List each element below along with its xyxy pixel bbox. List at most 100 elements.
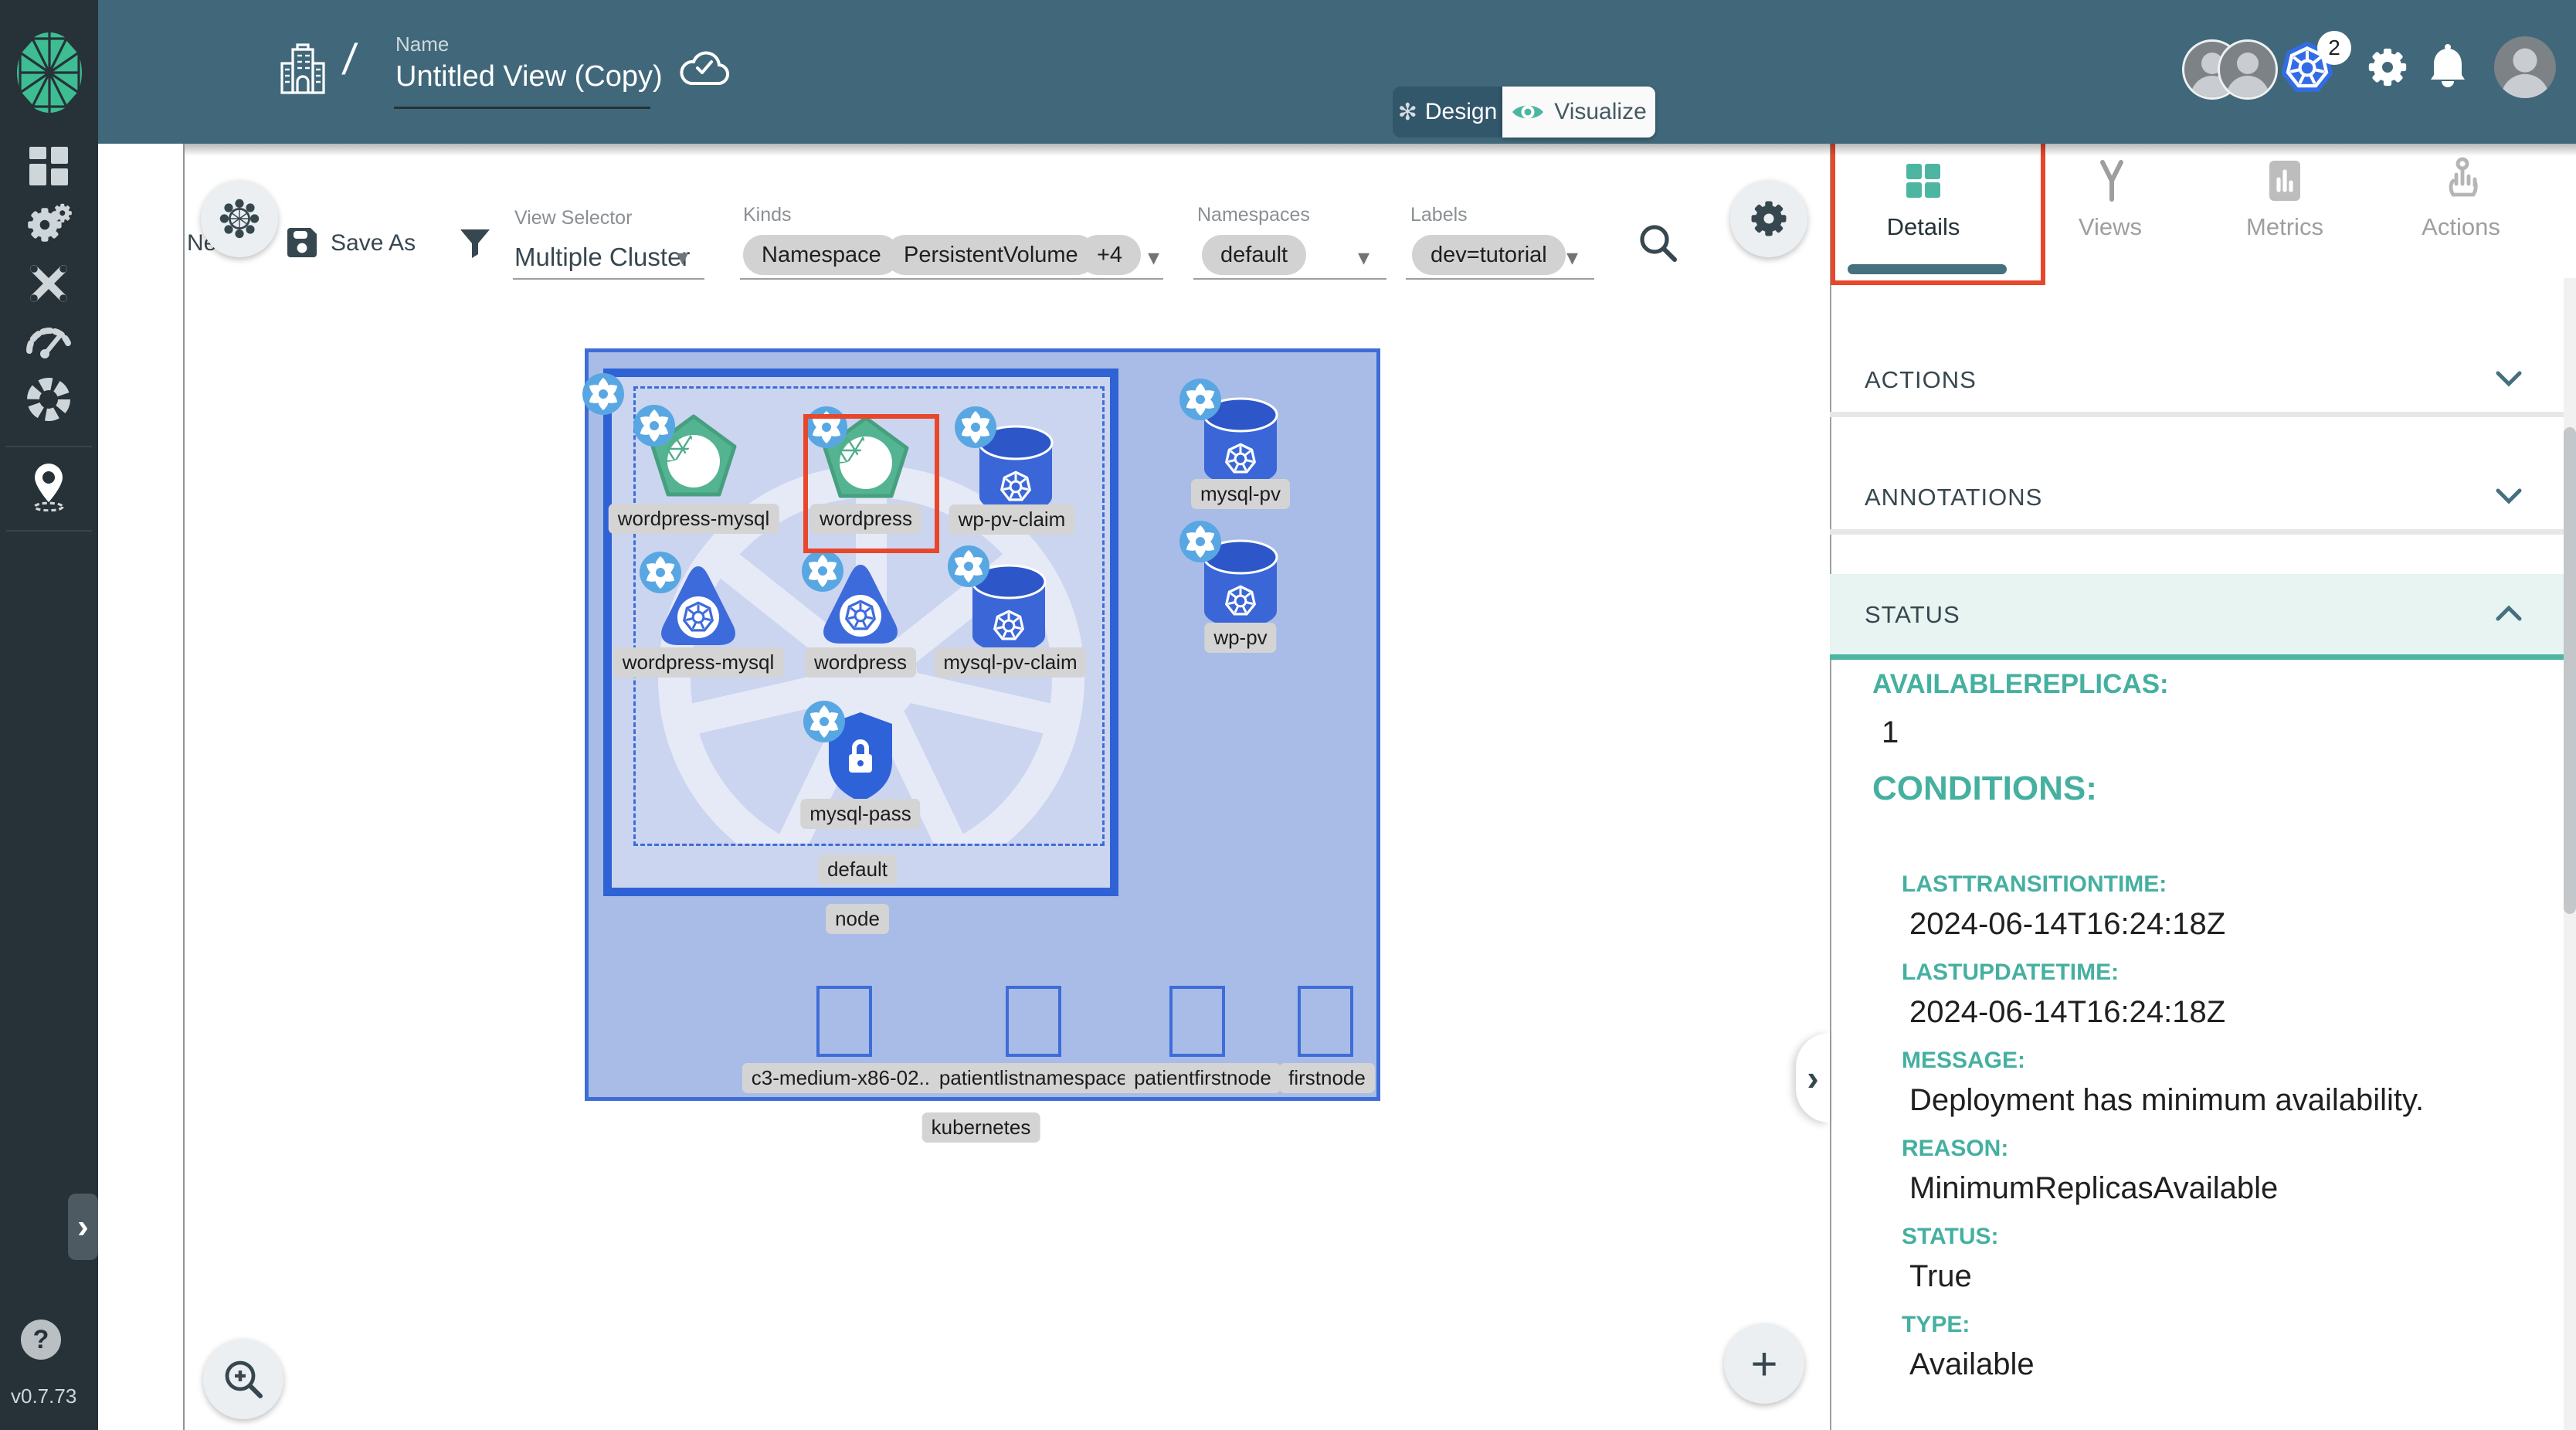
condition-key-message: MESSAGE: (1902, 1048, 2025, 1074)
sidebar-item-extensions[interactable] (25, 375, 73, 423)
node-label-mysql-pv-claim[interactable]: mysql-pv-claim (934, 647, 1086, 678)
settings-gear-icon[interactable] (2366, 46, 2409, 89)
meshery-badge-icon (1176, 518, 1224, 566)
user-avatar[interactable] (2494, 36, 2556, 98)
chevron-up-icon[interactable] (2493, 604, 2524, 623)
sidebar-item-location[interactable] (26, 460, 71, 511)
chevron-down-icon[interactable] (2493, 369, 2524, 388)
namespaces-chip-default[interactable]: default (1202, 235, 1306, 275)
labels-label: Labels (1410, 204, 1468, 226)
main-sidebar: › ? v0.7.73 (0, 0, 98, 1430)
collaborator-avatar-2[interactable] (2218, 39, 2278, 100)
labels-caret-icon[interactable]: ▾ (1566, 244, 1578, 271)
organization-icon[interactable] (277, 43, 328, 97)
meshery-badge-icon (630, 402, 678, 450)
machine-label-patientfirstnode[interactable]: patientfirstnode (1125, 1063, 1281, 1093)
person-silhouette-icon (2220, 42, 2276, 97)
dock-rail (98, 144, 185, 1430)
condition-value-message: Deployment has minimum availability. (1909, 1083, 2424, 1118)
cluster-label[interactable]: kubernetes (922, 1112, 1040, 1143)
machine-box-patientfirstnode[interactable] (1169, 986, 1225, 1057)
section-actions[interactable]: ACTIONS (1865, 366, 1977, 394)
shapes-fab-button[interactable] (201, 180, 278, 257)
tab-metrics[interactable]: Metrics (2246, 213, 2323, 241)
sidebar-item-dashboard[interactable] (26, 144, 71, 189)
plus-icon: + (1750, 1337, 1777, 1391)
visualize-mode-tab[interactable]: Visualize (1502, 87, 1655, 138)
section-divider (1830, 529, 2564, 535)
view-name-input[interactable]: Untitled View (Copy) (395, 60, 663, 93)
tab-views[interactable]: Views (2079, 213, 2142, 241)
section-status[interactable]: STATUS (1865, 601, 1960, 629)
panel-collapse-button[interactable]: › (1796, 1033, 1830, 1123)
condition-key-lastupdatetime: LASTUPDATETIME: (1902, 960, 2119, 986)
sidebar-item-performance[interactable] (23, 317, 74, 360)
node-label-dep-wordpress-mysql[interactable]: wordpress-mysql (613, 647, 784, 678)
labels-underline (1406, 278, 1594, 280)
kanvas-app: / Name Untitled View (Copy) ✻ Design Vis… (0, 0, 2576, 1430)
meshery-badge-icon (636, 549, 684, 596)
save-as-button[interactable]: Save As (331, 230, 416, 256)
sidebar-expand-button[interactable]: › (68, 1194, 98, 1260)
filter-funnel-icon[interactable] (457, 225, 493, 260)
condition-key-reason: REASON: (1902, 1136, 2008, 1162)
condition-value-lasttransitiontime: 2024-06-14T16:24:18Z (1909, 907, 2225, 942)
tab-actions[interactable]: Actions (2422, 213, 2500, 241)
sidebar-item-lifecycle[interactable] (23, 199, 74, 250)
kinds-chip-namespace[interactable]: Namespace (743, 235, 900, 275)
visualize-tab-label: Visualize (1554, 99, 1647, 125)
condition-key-status: STATUS: (1902, 1224, 1999, 1250)
view-name-underline (394, 107, 650, 109)
add-node-fab[interactable]: + (1724, 1323, 1804, 1404)
tab-actions-icon (2439, 156, 2483, 204)
namespaces-caret-icon[interactable]: ▾ (1358, 244, 1369, 271)
view-selector-underline (513, 278, 704, 280)
sidebar-item-configuration[interactable] (25, 260, 73, 307)
kinds-caret-icon[interactable]: ▾ (1148, 244, 1159, 271)
zoom-in-fab[interactable] (203, 1339, 283, 1419)
view-selector-caret-icon[interactable]: ▾ (677, 244, 688, 271)
condition-key-type: TYPE: (1902, 1312, 1970, 1338)
node-label-dep-wordpress[interactable]: wordpress (805, 647, 916, 678)
design-mode-tab[interactable]: ✻ Design (1393, 87, 1502, 138)
view-selector-value[interactable]: Multiple Cluster (514, 243, 690, 272)
meshery-logo[interactable] (14, 29, 85, 116)
status-accent-bar (1830, 654, 2564, 660)
tab-views-icon (2090, 158, 2133, 204)
design-tab-label: Design (1425, 99, 1497, 125)
search-icon[interactable] (1638, 222, 1679, 264)
node-label-wp-pv-claim[interactable]: wp-pv-claim (949, 504, 1075, 535)
chevron-down-icon[interactable] (2493, 487, 2524, 505)
section-annotations[interactable]: ANNOTATIONS (1865, 484, 2042, 511)
panel-scrollbar-thumb[interactable] (2564, 427, 2576, 914)
node-label-wp-pv[interactable]: wp-pv (1204, 623, 1276, 653)
machine-box-firstnode[interactable] (1298, 986, 1353, 1057)
meshery-badge-icon (1176, 375, 1224, 423)
kinds-chip-more[interactable]: +4 (1078, 235, 1141, 275)
namespace-label[interactable]: default (818, 854, 897, 885)
meshery-badge-icon (800, 698, 848, 746)
header-shadow (98, 144, 2576, 156)
status-key-availablereplicas: AVAILABLEREPLICAS: (1872, 669, 2169, 700)
node-label-mysql-pass[interactable]: mysql-pass (800, 799, 920, 829)
canvas-settings-fab[interactable] (1730, 180, 1807, 257)
node-label-svc-wordpress-mysql[interactable]: wordpress-mysql (609, 504, 779, 534)
node-label-mysql-pv[interactable]: mysql-pv (1191, 479, 1290, 509)
condition-value-lastupdatetime: 2024-06-14T16:24:18Z (1909, 995, 2225, 1030)
meshery-badge-icon (799, 547, 847, 595)
machine-label-c3-medium[interactable]: c3-medium-x86-02... (742, 1063, 945, 1093)
question-icon: ? (33, 1325, 49, 1355)
breadcrumb-slash: / (340, 34, 359, 84)
kinds-chip-persistentvolume[interactable]: PersistentVolume (885, 235, 1097, 275)
machine-label-firstnode[interactable]: firstnode (1279, 1063, 1375, 1093)
node-label[interactable]: node (826, 904, 889, 934)
condition-value-status: True (1909, 1259, 1972, 1294)
machine-box-patientlistnamespace[interactable] (1006, 986, 1061, 1057)
labels-chip-devtutorial[interactable]: dev=tutorial (1412, 235, 1566, 275)
notifications-bell-icon[interactable] (2428, 44, 2468, 89)
machine-box-c3-medium[interactable] (816, 986, 872, 1057)
help-button[interactable]: ? (21, 1320, 61, 1360)
namespaces-underline (1193, 278, 1386, 280)
context-count-badge[interactable]: 2 (2317, 31, 2351, 65)
machine-label-patientlistnamespace[interactable]: patientlistnamespace (930, 1063, 1137, 1093)
